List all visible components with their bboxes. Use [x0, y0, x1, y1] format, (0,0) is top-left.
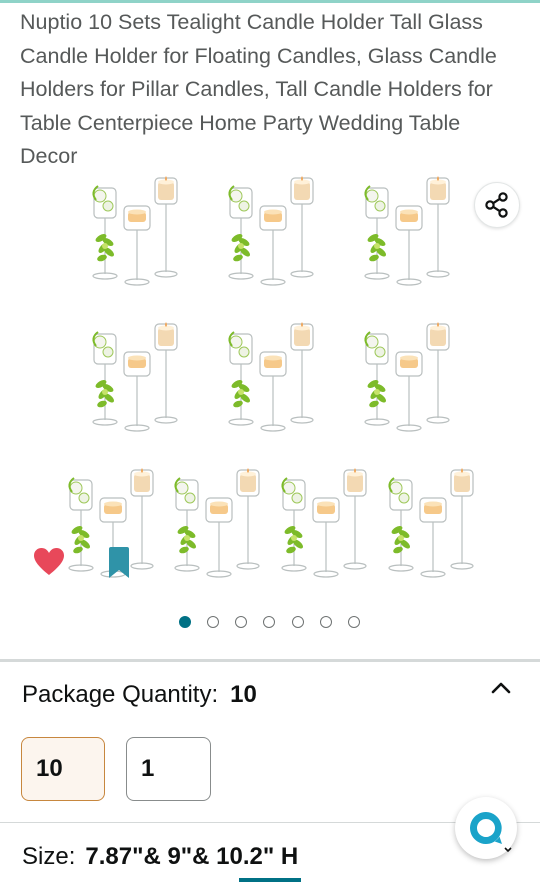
product-title: Nuptio 10 Sets Tealight Candle Holder Ta…	[20, 10, 497, 168]
carousel-indicator	[0, 614, 540, 630]
carousel-dot[interactable]	[348, 616, 360, 628]
save-button[interactable]	[107, 547, 131, 579]
favorite-button[interactable]	[34, 548, 64, 576]
size-label: Size:	[22, 843, 76, 870]
chevron-down-icon[interactable]	[503, 846, 513, 854]
carousel-dot-active[interactable]	[179, 616, 191, 628]
candle-sets-illustration	[68, 175, 474, 578]
size-selected-underline	[239, 878, 301, 882]
package-quantity-header[interactable]: Package Quantity: 10	[22, 681, 522, 715]
carousel-dot[interactable]	[207, 616, 219, 628]
size-value: 7.87"& 9"& 10.2" H	[85, 843, 299, 870]
package-option-1[interactable]: 1	[126, 737, 211, 801]
bookmark-icon	[109, 547, 129, 578]
size-header[interactable]: Size: 7.87"& 9"& 10.2" H	[22, 843, 502, 871]
heart-icon	[34, 548, 64, 575]
carousel-dot[interactable]	[292, 616, 304, 628]
chevron-up-icon[interactable]	[489, 677, 513, 697]
share-icon	[485, 192, 508, 218]
package-option-10[interactable]: 10	[21, 737, 105, 801]
carousel-dot[interactable]	[320, 616, 332, 628]
section-divider	[0, 659, 540, 662]
package-quantity-value: 10	[230, 681, 257, 708]
package-quantity-label: Package Quantity:	[22, 681, 219, 708]
chat-bubble-icon	[470, 812, 502, 844]
carousel-dot[interactable]	[263, 616, 275, 628]
top-accent-bar	[0, 0, 540, 3]
product-image[interactable]	[0, 172, 540, 602]
carousel-dot[interactable]	[235, 616, 247, 628]
share-button[interactable]	[474, 182, 520, 228]
